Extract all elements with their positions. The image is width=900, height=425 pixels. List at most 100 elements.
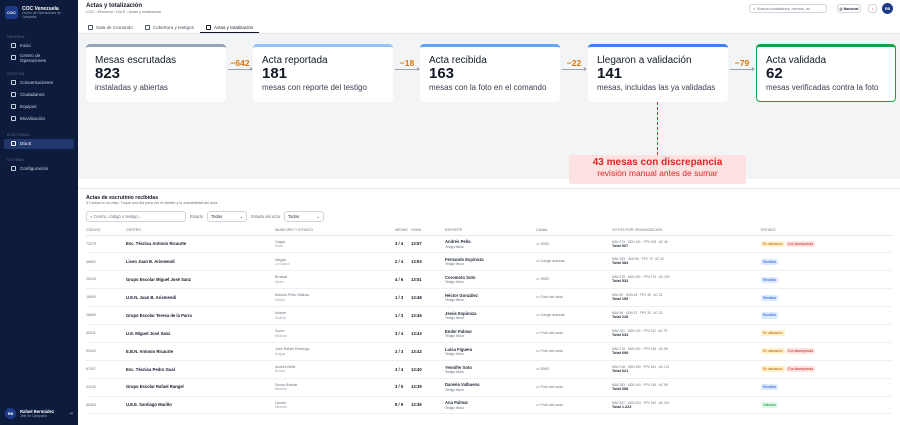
cell-mesas: 3 / 4 [395,360,411,379]
funnel-card-subtitle: mesas con reporte del testigo [262,82,367,92]
camera-icon: ▭ [536,295,540,300]
cell-code: 72379 [86,235,126,254]
arrow-right-icon [228,67,253,71]
document-icon [205,24,211,30]
cell-mesas: 2 / 4 [395,252,411,272]
bell-icon[interactable]: ♪ [868,4,877,13]
logout-icon[interactable]: ⇥ [69,411,73,417]
cell-canal: ▭ Foto del acta [536,342,612,361]
global-search-input[interactable]: ⌕ Buscar ciudadanos, centros, ac [749,4,827,13]
sms-icon: ▭ [536,366,540,371]
search-icon: ⌕ [753,6,756,11]
funnel-card-mesas-escrutadas[interactable]: Mesas escrutadas 823 instaladas y abiert… [86,44,226,102]
column-header[interactable]: MUNICIPIO Y ESTADO [275,226,395,236]
table-search-input[interactable]: ⌕ Centro, código o testigo... [86,211,186,222]
sidebar-item-label: Día E [20,141,32,147]
scope-selector[interactable]: ◎ Nacional [837,4,861,13]
team-icon [11,104,16,110]
cell-municipio: Andrés Bello Bolívar [275,360,395,379]
table-row[interactable]: 41153 Grupo Escolar Rafael Rangel Simón … [86,378,892,397]
status-badge: Con discrepancia [785,366,816,373]
cell-reporte: Jesús Espinoza Testigo titular [445,306,536,325]
cell-municipio: José Rafael Revenga Aragua [275,342,395,361]
cell-reporte: Coromoto Soto Testigo titular [445,270,536,290]
cell-estado: Recibida [761,288,892,308]
table-row[interactable]: 72379 Esc. Técnica Antonio Ricaurte Caig… [86,235,892,254]
tab-cobertura-y-testigos[interactable]: Cobertura y testigos [139,22,200,33]
cell-code: 93422 [86,342,126,361]
cell-hora: 13:43 [411,324,445,343]
grid-icon [11,55,16,61]
funnel-card-subtitle: mesas con la foto en el comando [429,82,547,92]
table-row[interactable]: 67437 Esc. Técnica Pedro Gual Andrés Bel… [86,360,892,379]
estado-select[interactable]: Todos ⌄ [207,211,248,222]
cell-mesas: 3 / 5 [395,378,411,397]
funnel-card-llegaron-a-validaci-n[interactable]: Llegaron a validación 141 mesas, incluid… [588,44,728,102]
estado-acta-select[interactable]: Todos ⌄ [283,211,324,222]
cell-estado: En validación Con discrepancia [761,342,892,361]
sidebar-item-movilizaci-n[interactable]: Movilización [4,114,74,124]
status-badge: Validada [761,401,778,409]
actas-panel: Actas de escrutinio recibidas 37 actas e… [78,188,900,425]
cell-votos: MAV 278 · UDN 201 · FPV 126 · AC 98 Total… [612,342,761,361]
funnel-card-acta-reportada[interactable]: Acta reportada 181 mesas con reporte del… [253,44,393,102]
cell-hora: 13:42 [411,342,445,361]
sidebar-item-centro-de-operaciones[interactable]: Centro de Operaciones [4,53,74,63]
cell-votos: MAV 278 · UDN 151 · FPV 175 · AC 129 Tota… [612,270,761,290]
table-row[interactable]: 46661 Liceo Juan B. Arismendi Vargas La G… [86,252,892,272]
column-header[interactable]: CÓDIGO [86,226,126,236]
column-header[interactable]: CENTRO [126,226,275,236]
sidebar-item-conversaciones[interactable]: Conversaciones [4,78,74,88]
cell-mesas: 2 / 3 [395,342,411,361]
funnel-card-subtitle: mesas verificadas contra la foto [766,82,879,92]
cell-estado: Recibida [761,252,892,272]
column-header[interactable]: REPORTE [445,226,536,236]
sidebar-item-inicio[interactable]: Inicio [4,41,74,51]
column-header[interactable]: MESAS [395,226,411,236]
acta-funnel: 43 mesas con discrepancia revisión manua… [78,34,900,184]
funnel-card-acta-validada[interactable]: Acta validada 62 mesas verificadas contr… [756,44,896,102]
breadcrumb: COC › Electoral › Día E › Actas y totali… [86,10,162,14]
cell-canal: ▭ SMS [536,360,612,379]
table-row[interactable]: 40311 U.E. Miguel José Sanz Sucre Miranda… [86,324,892,343]
cell-hora: 13:36 [411,396,445,415]
table-row[interactable]: 86363 U.E.E. Santiago Mariño Lander Miran… [86,396,892,415]
table-row[interactable]: 28669 Grupo Escolar Teresa de la Parra I… [86,306,892,325]
table-row[interactable]: 93422 E.B.N. Antonio Ricaurte José Rafae… [86,342,892,361]
cell-municipio: Sucre Miranda [275,324,395,343]
table-row[interactable]: 16609 U.E.N. Juan B. Arismendi Antonio P… [86,288,892,308]
camera-icon: ▭ [536,348,540,353]
column-header[interactable]: VOTOS POR ORGANIZACIÓN [612,226,761,236]
cell-canal: ▭ Foto del acta [536,396,612,415]
arrow-right-icon [562,67,587,71]
cell-reporte: Héctor González Testigo titular [445,288,536,308]
funnel-card-value: 141 [597,65,623,82]
nav-section-title: GESTIÓN [7,71,25,76]
sidebar-item-ciudadanos[interactable]: Ciudadanos [4,90,74,100]
cell-centro: U.E. Miguel José Sanz [126,324,275,343]
sidebar-item-configuraci-n[interactable]: Configuración [4,164,74,174]
cell-municipio: Antonio Pinto Salinas Mérida [275,288,395,308]
column-header[interactable]: HORA [411,226,445,236]
cell-centro: Grupo Escolar Miguel José Sanz [126,270,275,290]
cell-hora: 13:45 [411,306,445,325]
brand: COC COC Venezuela Centro de Operaciones … [0,0,78,26]
cell-mesas: 1 / 3 [395,306,411,325]
funnel-card-acta-recibida[interactable]: Acta recibida 163 mesas con la foto en e… [420,44,560,102]
tab-sala-de-comando[interactable]: Sala de Comando [82,22,139,33]
discrepancy-callout[interactable]: 43 mesas con discrepancia revisión manua… [569,155,746,184]
chevron-down-icon: ⌄ [316,214,320,219]
header-avatar[interactable]: RB [882,3,893,14]
user-profile[interactable]: RB Rafael Bermúdez Jefe de Campaña ⇥ [5,408,73,419]
status-badge: Recibida [761,276,778,283]
sidebar-item-equipos[interactable]: Equipos [4,102,74,112]
funnel-drop: −22 [566,58,582,68]
column-header[interactable]: CANAL [536,226,612,236]
camera-icon: ▭ [536,331,540,336]
tab-actas-y-totalizaci-n[interactable]: Actas y totalización [199,22,260,33]
table-row[interactable]: 28443 Grupo Escolar Miguel José Sanz Bru… [86,270,892,290]
column-header[interactable]: ESTADO [761,226,892,236]
cell-reporte: Daniela Valbuena Testigo titular [445,378,536,397]
sidebar-item-d-a-e[interactable]: Día E [4,138,74,149]
cell-municipio: Infante Guárico [275,306,395,325]
